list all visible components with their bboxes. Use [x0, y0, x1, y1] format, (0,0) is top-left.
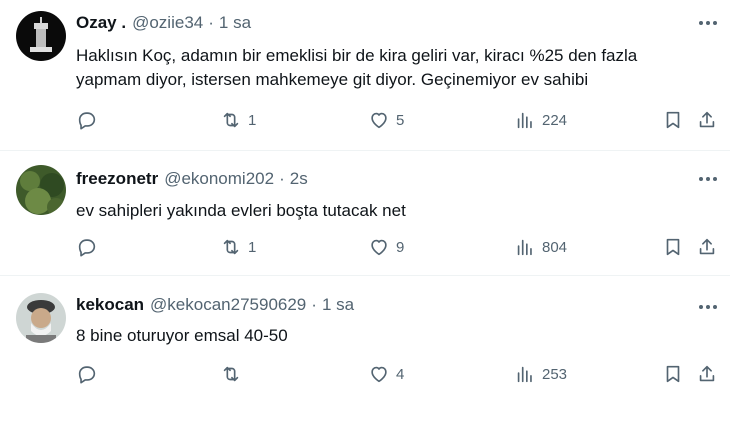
share-icon	[699, 365, 715, 382]
share-button[interactable]	[696, 108, 718, 132]
user-handle[interactable]: @ekonomi202	[164, 169, 274, 189]
views-icon	[517, 112, 532, 129]
timestamp[interactable]: 1 sa	[322, 295, 354, 315]
like-count: 4	[396, 365, 405, 383]
user-handle[interactable]: @oziie34	[132, 13, 203, 33]
more-options-icon[interactable]	[696, 12, 720, 34]
view-count: 804	[542, 238, 568, 256]
tweet-text: Haklısın Koç, adamın bir emeklisi bir de…	[76, 46, 638, 89]
bookmark-icon	[666, 111, 680, 129]
share-button[interactable]	[696, 362, 718, 386]
like-button[interactable]: 5	[368, 108, 404, 132]
retweet-button[interactable]: 1	[220, 235, 256, 259]
share-icon	[699, 111, 715, 128]
retweet-icon	[223, 239, 239, 255]
retweet-count: 1	[248, 111, 257, 129]
tweet-header: Ozay . @oziie34 · 1 sa	[76, 12, 670, 34]
tweet[interactable]: kekocan @kekocan27590629 · 1 sa 8 bine o…	[0, 275, 730, 421]
heart-icon	[371, 366, 387, 383]
tweet[interactable]: freezonetr @ekonomi202 · 2s ev sahipleri…	[0, 150, 730, 275]
tweet-header: freezonetr @ekonomi202 · 2s	[76, 168, 670, 190]
more-options-icon[interactable]	[696, 168, 720, 190]
share-button[interactable]	[696, 235, 718, 259]
display-name[interactable]: Ozay .	[76, 13, 126, 33]
views-icon	[517, 366, 532, 383]
retweet-icon	[223, 366, 239, 382]
reply-button[interactable]	[76, 362, 98, 386]
bookmark-button[interactable]	[662, 108, 684, 132]
bookmark-button[interactable]	[662, 235, 684, 259]
reply-icon	[78, 239, 96, 257]
heart-icon	[371, 239, 387, 256]
timestamp[interactable]: 1 sa	[219, 13, 251, 33]
tweet[interactable]: Ozay . @oziie34 · 1 sa Haklısın Koç, ada…	[0, 0, 730, 150]
timestamp[interactable]: 2s	[290, 169, 308, 189]
bookmark-icon	[666, 365, 680, 383]
heart-icon	[371, 112, 387, 129]
views-button[interactable]: 804	[514, 235, 567, 259]
bookmark-icon	[666, 238, 680, 256]
tweet-text: 8 bine oturuyor emsal 40-50	[76, 326, 288, 345]
share-icon	[699, 238, 715, 255]
avatar[interactable]	[16, 11, 66, 61]
view-count: 224	[542, 111, 568, 129]
display-name[interactable]: freezonetr	[76, 169, 158, 189]
tweet-actions: 1 5 224	[76, 108, 720, 132]
views-button[interactable]: 253	[514, 362, 567, 386]
user-handle[interactable]: @kekocan27590629	[150, 295, 306, 315]
retweet-count: 1	[248, 238, 257, 256]
avatar[interactable]	[16, 293, 66, 343]
reply-icon	[78, 112, 96, 130]
avatar[interactable]	[16, 165, 66, 215]
display-name[interactable]: kekocan	[76, 295, 144, 315]
tweet-actions: 1 9 804	[76, 235, 720, 259]
reply-button[interactable]	[76, 108, 98, 132]
separator-dot: ·	[208, 13, 214, 32]
like-button[interactable]: 4	[368, 362, 404, 386]
more-options-icon[interactable]	[696, 296, 720, 318]
view-count: 253	[542, 365, 568, 383]
retweet-icon	[223, 112, 239, 128]
tweet-feed: Ozay . @oziie34 · 1 sa Haklısın Koç, ada…	[0, 0, 730, 420]
separator-dot: ·	[279, 169, 285, 188]
reply-icon	[78, 366, 96, 384]
retweet-button[interactable]	[220, 362, 248, 386]
reply-button[interactable]	[76, 235, 98, 259]
like-button[interactable]: 9	[368, 235, 404, 259]
views-button[interactable]: 224	[514, 108, 567, 132]
tweet-actions: 4 253	[76, 362, 720, 386]
tweet-header: kekocan @kekocan27590629 · 1 sa	[76, 294, 670, 316]
bookmark-button[interactable]	[662, 362, 684, 386]
like-count: 9	[396, 238, 405, 256]
tweet-text: ev sahipleri yakında evleri boşta tutaca…	[76, 201, 406, 220]
separator-dot: ·	[311, 295, 317, 314]
retweet-button[interactable]: 1	[220, 108, 256, 132]
like-count: 5	[396, 111, 405, 129]
views-icon	[517, 239, 532, 256]
